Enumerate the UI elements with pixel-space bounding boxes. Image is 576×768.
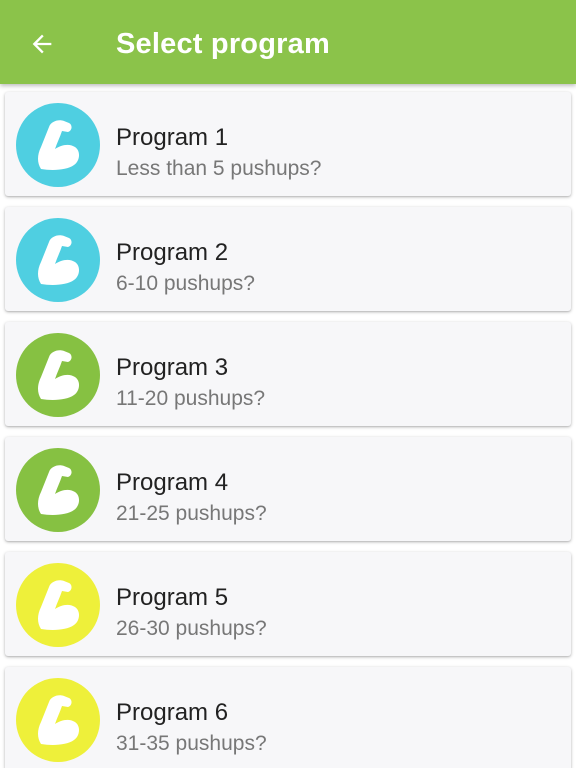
program-subtitle: 11-20 pushups? — [116, 387, 266, 410]
program-card-4[interactable]: Program 4 21-25 pushups? — [5, 437, 571, 541]
flexed-arm-icon — [33, 232, 83, 288]
program-subtitle: Less than 5 pushups? — [116, 157, 322, 180]
program-card-5[interactable]: Program 5 26-30 pushups? — [5, 552, 571, 656]
program-avatar — [16, 563, 100, 647]
flexed-arm-icon — [33, 347, 83, 403]
program-avatar — [16, 218, 100, 302]
program-title: Program 3 — [116, 354, 229, 381]
program-card-2[interactable]: Program 2 6-10 pushups? — [5, 207, 571, 311]
program-card-1[interactable]: Program 1 Less than 5 pushups? — [5, 92, 571, 196]
program-subtitle: 6-10 pushups? — [116, 272, 255, 295]
program-subtitle: 31-35 pushups? — [116, 732, 267, 755]
program-title: Program 6 — [116, 699, 229, 726]
flexed-arm-icon — [33, 577, 83, 633]
flexed-arm-icon — [33, 462, 83, 518]
program-title: Program 1 — [116, 124, 229, 151]
program-title: Program 5 — [116, 584, 229, 611]
program-avatar — [16, 678, 100, 762]
program-avatar — [16, 448, 100, 532]
program-list: Program 1 Less than 5 pushups? Program 2… — [0, 84, 576, 768]
arrow-left-icon — [28, 30, 56, 58]
program-subtitle: 21-25 pushups? — [116, 502, 267, 525]
back-button[interactable] — [18, 22, 66, 66]
page-title: Select program — [116, 28, 330, 60]
program-card-3[interactable]: Program 3 11-20 pushups? — [5, 322, 571, 426]
program-avatar — [16, 103, 100, 187]
program-title: Program 2 — [116, 239, 229, 266]
program-card-6[interactable]: Program 6 31-35 pushups? — [5, 667, 571, 768]
app-bar: Select program — [0, 0, 576, 84]
program-avatar — [16, 333, 100, 417]
flexed-arm-icon — [33, 692, 83, 748]
program-subtitle: 26-30 pushups? — [116, 617, 267, 640]
program-title: Program 4 — [116, 469, 229, 496]
flexed-arm-icon — [33, 117, 83, 173]
